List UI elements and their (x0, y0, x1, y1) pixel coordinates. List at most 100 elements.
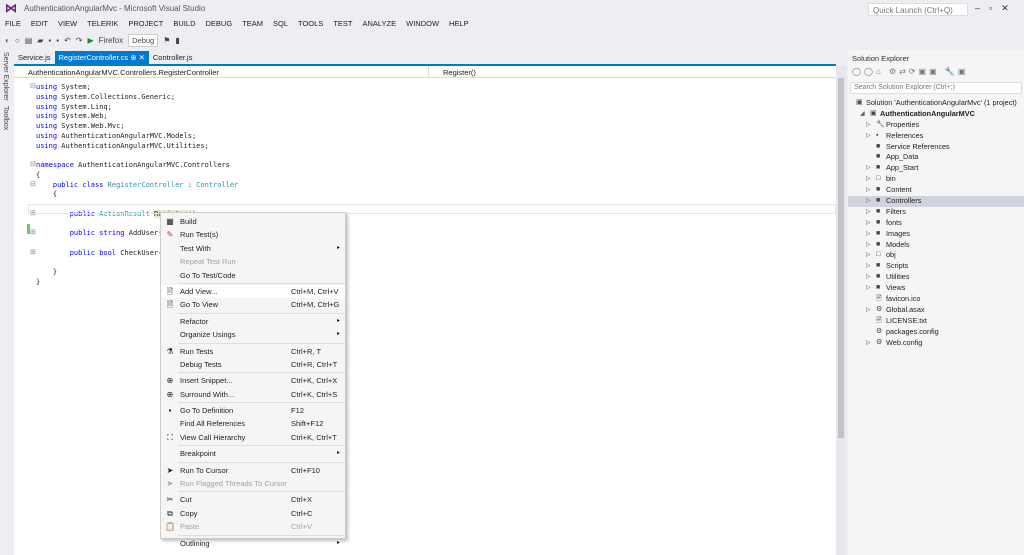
expand-arrow-icon[interactable]: ▷ (866, 250, 871, 261)
tree-item-models[interactable]: ▷ ■ Models (848, 240, 1024, 251)
tree-item-solution-authenticationangularmvc-1-project[interactable]: ▣ Solution 'AuthenticationAngularMvc' (1 … (848, 98, 1024, 109)
tree-item-scripts[interactable]: ▷ ■ Scripts (848, 261, 1024, 272)
redo-icon[interactable]: ↷ (76, 36, 83, 45)
menu-build[interactable]: BUILD (168, 17, 200, 30)
menu-item-add-view[interactable]: 🗎 Add View... Ctrl+M, Ctrl+V (161, 284, 345, 299)
tree-item-utilities[interactable]: ▷ ■ Utilities (848, 272, 1024, 283)
expand-arrow-icon[interactable]: ▷ (866, 174, 871, 185)
tab-controller-js[interactable]: Controller.js (149, 51, 197, 64)
menu-item-run-flagged-threads-to-cursor[interactable]: ➤ Run Flagged Threads To Cursor (161, 477, 345, 490)
tree-item-properties[interactable]: ▷ 🔧 Properties (848, 120, 1024, 131)
expand-arrow-icon[interactable]: ▷ (866, 196, 871, 207)
expand-arrow-icon[interactable]: ▷ (866, 240, 871, 251)
menu-window[interactable]: WINDOW (401, 17, 444, 30)
expand-arrow-icon[interactable]: ▷ (866, 305, 871, 316)
collapse-icon[interactable]: ⊟ (30, 160, 36, 168)
toolbox-tab[interactable]: Toolbox (2, 106, 9, 130)
expand-arrow-icon[interactable]: ▷ (866, 229, 871, 240)
tree-item-authenticationangularmvc[interactable]: ◢ ▣ AuthenticationAngularMVC (848, 109, 1024, 120)
menu-item-repeat-test-run[interactable]: Repeat Test Run (161, 255, 345, 268)
back-icon[interactable]: ◐ (5, 36, 10, 45)
expand-arrow-icon[interactable]: ▷ (866, 207, 871, 218)
menu-item-find-all-references[interactable]: Find All References Shift+F12 (161, 417, 345, 430)
tree-item-app_start[interactable]: ▷ ■ App_Start (848, 163, 1024, 174)
menu-edit[interactable]: EDIT (26, 17, 53, 30)
menu-item-go-to-view[interactable]: 🗎 Go To View Ctrl+M, Ctrl+G (161, 298, 345, 311)
configuration-select[interactable]: Debug (128, 33, 159, 47)
quick-launch-input[interactable]: Quick Launch (Ctrl+Q) (868, 3, 968, 16)
member-dropdown[interactable]: Register() (429, 66, 836, 78)
window-controls[interactable]: –▫✕ (975, 3, 1018, 14)
menu-item-build[interactable]: ▦ Build (161, 215, 345, 228)
new-project-icon[interactable]: ▤ (25, 36, 33, 45)
tree-item-filters[interactable]: ▷ ■ Filters (848, 207, 1024, 218)
menu-item-view-call-hierarchy[interactable]: ⛶ View Call Hierarchy Ctrl+K, Ctrl+T (161, 431, 345, 444)
start-icon[interactable]: ▶ (88, 36, 94, 45)
save-all-icon[interactable]: ▪ (56, 36, 59, 45)
tree-item-references[interactable]: ▷ ▪ References (848, 131, 1024, 142)
tree-item-views[interactable]: ▷ ■ Views (848, 283, 1024, 294)
expand-arrow-icon[interactable]: ▷ (866, 120, 871, 131)
expand-arrow-icon[interactable]: ▷ (866, 283, 871, 294)
close-tab-icon[interactable]: ⊕ ✕ (128, 53, 145, 62)
type-dropdown[interactable]: AuthenticationAngularMVC.Controllers.Reg… (14, 66, 429, 78)
menu-item-outlining[interactable]: Outlining ▸ (161, 537, 345, 550)
menu-project[interactable]: PROJECT (123, 17, 168, 30)
menu-item-go-to-definition[interactable]: ▪ Go To Definition F12 (161, 404, 345, 417)
tree-item-packages-config[interactable]: ⚙ packages.config (848, 327, 1024, 338)
menu-debug[interactable]: DEBUG (200, 17, 237, 30)
code-editor[interactable]: using System; ⊟ using System.Collections.G… (14, 78, 836, 555)
tab-service-js[interactable]: Service.js (14, 51, 55, 64)
expand-arrow-icon[interactable]: ▷ (866, 131, 871, 142)
menu-item-organize-usings[interactable]: Organize Usings ▸ (161, 328, 345, 341)
menu-team[interactable]: TEAM (237, 17, 268, 30)
undo-icon[interactable]: ↶ (64, 36, 71, 45)
attach-icon[interactable]: ⚑ (163, 36, 170, 45)
collapse-icon[interactable]: ⊟ (30, 82, 36, 90)
menu-item-test-with[interactable]: Test With ▸ (161, 242, 345, 255)
menu-item-insert-snippet[interactable]: ⊕ Insert Snippet... Ctrl+K, Ctrl+X (161, 374, 345, 387)
save-icon[interactable]: ▪ (48, 36, 51, 45)
tree-item-web-config[interactable]: ▷ ⚙ Web.config (848, 338, 1024, 349)
menu-view[interactable]: VIEW (53, 17, 82, 30)
menu-tools[interactable]: TOOLS (293, 17, 328, 30)
solution-search-input[interactable]: Search Solution Explorer (Ctrl+;) (850, 82, 1022, 94)
tree-item-favicon-ico[interactable]: 🗎 favicon.ico (848, 294, 1024, 305)
expand-arrow-icon[interactable]: ▷ (866, 218, 871, 229)
tree-item-fonts[interactable]: ▷ ■ fonts (848, 218, 1024, 229)
menu-item-cut[interactable]: ✂ Cut Ctrl+X (161, 493, 345, 506)
tree-item-images[interactable]: ▷ ■ Images (848, 229, 1024, 240)
expand-arrow-icon[interactable]: ▷ (866, 185, 871, 196)
expand-icon[interactable]: ⊞ (30, 228, 36, 236)
menu-item-refactor[interactable]: Refactor ▸ (161, 315, 345, 328)
menu-analyze[interactable]: ANALYZE (357, 17, 401, 30)
collapse-icon[interactable]: ⊟ (30, 180, 36, 188)
run-target[interactable]: Firefox (99, 36, 123, 45)
tab-registercontroller-cs[interactable]: RegisterController.cs ⊕ ✕ (54, 51, 149, 64)
menu-item-breakpoint[interactable]: Breakpoint ▸ (161, 447, 345, 460)
tree-item-content[interactable]: ▷ ■ Content (848, 185, 1024, 196)
menu-help[interactable]: HELP (444, 17, 474, 30)
menu-file[interactable]: FILE (0, 17, 26, 30)
menu-item-debug-tests[interactable]: Debug Tests Ctrl+R, Ctrl+T (161, 358, 345, 371)
expand-icon[interactable]: ⊞ (30, 248, 36, 256)
menu-item-surround-with[interactable]: ⊕ Surround With... Ctrl+K, Ctrl+S (161, 388, 345, 401)
expand-arrow-icon[interactable]: ▷ (866, 272, 871, 283)
menu-item-go-to-test-code[interactable]: Go To Test/Code (161, 269, 345, 282)
bookmark-icon[interactable]: ▮ (175, 36, 179, 45)
expand-arrow-icon[interactable]: ▷ (866, 261, 871, 272)
menu-item-run-to-cursor[interactable]: ➤ Run To Cursor Ctrl+F10 (161, 464, 345, 477)
menu-test[interactable]: TEST (328, 17, 357, 30)
expanded-arrow-icon[interactable]: ◢ (860, 109, 865, 120)
tree-item-global-asax[interactable]: ▷ ⚙ Global.asax (848, 305, 1024, 316)
solution-explorer-toolbar[interactable]: ◯◯⌂ ⚙⇄⟳▣▣ 🔧▣ (852, 67, 968, 76)
open-icon[interactable]: ▰ (37, 36, 43, 45)
menu-item-paste[interactable]: 📋 Paste Ctrl+V (161, 520, 345, 533)
menu-item-copy[interactable]: ⧉ Copy Ctrl+C (161, 507, 345, 520)
tree-item-service-references[interactable]: ■ Service References (848, 142, 1024, 153)
menu-item-run-test-s[interactable]: ✎ Run Test(s) (161, 228, 345, 241)
tree-item-app_data[interactable]: ■ App_Data (848, 152, 1024, 163)
tree-item-controllers[interactable]: ▷ ■ Controllers (848, 196, 1024, 207)
tree-item-obj[interactable]: ▷ □ obj (848, 250, 1024, 261)
expand-icon[interactable]: ⊞ (30, 209, 36, 217)
